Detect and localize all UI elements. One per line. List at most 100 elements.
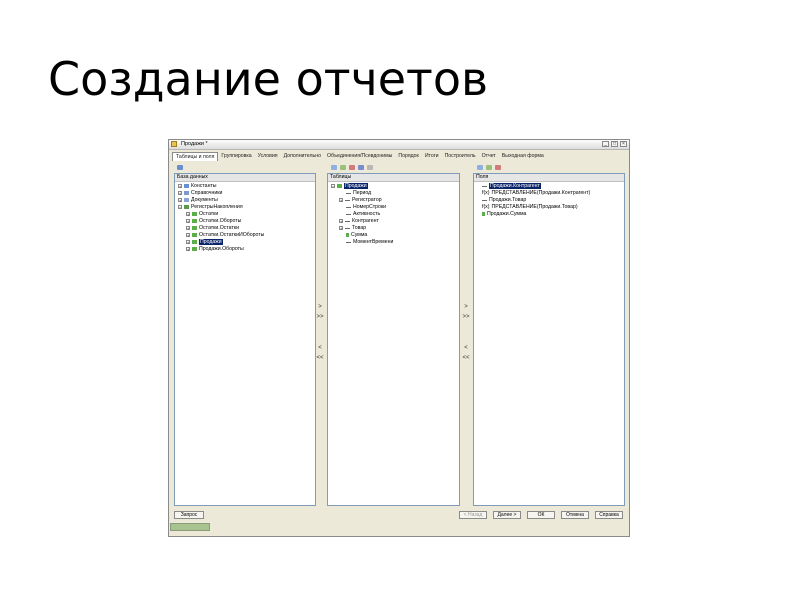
database-toolbar <box>177 165 183 170</box>
tree-item[interactable]: + Регистратор <box>339 197 382 203</box>
field-row[interactable]: f(x) ПРЕДСТАВЛЕНИЕ(Продажи.Товар) <box>482 204 578 210</box>
fields-toolbar <box>477 165 501 170</box>
field-icon <box>346 206 351 208</box>
fields-panel-header: Поля <box>474 174 624 182</box>
fields-panel[interactable]: Поля Продажи.Контрагент f(x) ПРЕДСТАВЛЕН… <box>473 173 625 506</box>
tab-grouping[interactable]: Группировка <box>218 152 254 161</box>
tree-item[interactable]: + Справочники <box>178 190 222 196</box>
constants-icon <box>184 184 189 188</box>
resource-icon <box>346 233 349 237</box>
field-icon <box>482 199 487 201</box>
field-icon <box>345 220 350 222</box>
field-icon <box>346 192 351 194</box>
add-all-fields-button[interactable]: >> <box>461 314 471 320</box>
tab-conditions[interactable]: Условия <box>255 152 281 161</box>
tree-item[interactable]: − РегистрыНакопления <box>178 204 243 210</box>
tree-item[interactable]: + Остатки <box>186 211 218 217</box>
table-icon <box>192 219 197 223</box>
tree-item[interactable]: Активность <box>346 211 380 217</box>
tree-item[interactable]: − Продажи <box>331 183 368 189</box>
tree-item[interactable]: + Остатки.Обороты <box>186 218 241 224</box>
field-icon <box>346 241 351 243</box>
properties-icon[interactable] <box>358 165 364 170</box>
add-field-icon[interactable] <box>477 165 483 170</box>
tab-builder[interactable]: Построитель <box>442 152 479 161</box>
minimize-button[interactable]: _ <box>602 141 609 147</box>
tab-additional[interactable]: Дополнительно <box>281 152 324 161</box>
table-icon <box>337 184 342 188</box>
field-icon <box>482 185 487 187</box>
table-icon <box>192 226 197 230</box>
tree-item[interactable]: Сумма <box>346 232 367 238</box>
add-field-button[interactable]: > <box>461 304 471 310</box>
field-row[interactable]: Продажи.Товар <box>482 197 526 203</box>
field-row[interactable]: Продажи.Сумма <box>482 211 526 217</box>
edit-field-icon[interactable] <box>486 165 492 170</box>
close-button[interactable]: × <box>620 141 627 147</box>
field-icon <box>346 213 351 215</box>
next-button[interactable]: Далее > <box>493 511 521 519</box>
help-button[interactable]: Справка <box>595 511 623 519</box>
edit-icon[interactable] <box>177 165 183 170</box>
tree-item[interactable]: + Документы <box>178 197 218 203</box>
query-wizard-window: Продажи * _ □ × Таблицы и поля Группиров… <box>168 139 630 537</box>
search-icon[interactable] <box>367 165 373 170</box>
add-all-button[interactable]: >> <box>315 314 325 320</box>
field-icon <box>345 199 350 201</box>
tab-totals[interactable]: Итоги <box>422 152 442 161</box>
back-button[interactable]: < Назад <box>459 511 487 519</box>
registers-icon <box>184 205 189 209</box>
tables-panel-header: Таблицы <box>328 174 459 182</box>
copy-icon[interactable] <box>340 165 346 170</box>
catalogs-icon <box>184 191 189 195</box>
cancel-button[interactable]: Отмена <box>561 511 589 519</box>
tab-tables-fields[interactable]: Таблицы и поля <box>172 152 219 161</box>
tree-item[interactable]: Период <box>346 190 371 196</box>
tab-strip: Таблицы и поля Группировка Условия Допол… <box>172 152 626 161</box>
tree-item[interactable]: + Продажи.Обороты <box>186 246 244 252</box>
tree-item[interactable]: НомерСтроки <box>346 204 386 210</box>
ok-button[interactable]: ОК <box>527 511 555 519</box>
add-button[interactable]: > <box>315 304 325 310</box>
tables-toolbar <box>331 165 373 170</box>
tree-item[interactable]: + Товар <box>339 225 366 231</box>
resource-icon <box>482 212 485 216</box>
tab-order[interactable]: Порядок <box>395 152 421 161</box>
remove-all-button[interactable]: << <box>315 355 325 361</box>
field-icon <box>345 227 350 229</box>
database-panel[interactable]: База данных + Константы + Справочники + … <box>174 173 316 506</box>
delete-icon[interactable] <box>349 165 355 170</box>
tree-item[interactable]: + Продажи <box>186 239 223 245</box>
field-row[interactable]: Продажи.Контрагент <box>482 183 541 189</box>
slide-title: Создание отчетов <box>48 52 489 106</box>
table-icon <box>192 247 197 251</box>
status-bar <box>170 523 210 531</box>
delete-field-icon[interactable] <box>495 165 501 170</box>
tree-item[interactable]: + Остатки.ОстаткиИОбороты <box>186 232 264 238</box>
field-row[interactable]: f(x) ПРЕДСТАВЛЕНИЕ(Продажи.Контрагент) <box>482 190 590 196</box>
tree-item[interactable]: МоментВремени <box>346 239 393 245</box>
tab-output-form[interactable]: Выходная форма <box>499 152 547 161</box>
table-icon <box>192 240 197 244</box>
function-icon: f(x) <box>482 190 490 196</box>
tab-unions-aliases[interactable]: Объединения/Псевдонимы <box>324 152 395 161</box>
remove-button[interactable]: < <box>315 345 325 351</box>
database-panel-header: База данных <box>175 174 315 182</box>
remove-all-fields-button[interactable]: << <box>461 355 471 361</box>
maximize-button[interactable]: □ <box>611 141 618 147</box>
remove-field-button[interactable]: < <box>461 345 471 351</box>
query-button[interactable]: Запрос <box>174 511 204 519</box>
tree-item[interactable]: + Константы <box>178 183 217 189</box>
tree-item[interactable]: + Остатки.Остатки <box>186 225 239 231</box>
documents-icon <box>184 198 189 202</box>
tab-report[interactable]: Отчет <box>479 152 499 161</box>
window-titlebar[interactable]: Продажи * _ □ × <box>169 140 629 150</box>
function-icon: f(x) <box>482 204 490 210</box>
add-table-icon[interactable] <box>331 165 337 170</box>
tables-panel[interactable]: Таблицы − Продажи Период + Регистратор Н… <box>327 173 460 506</box>
tree-item[interactable]: + Контрагент <box>339 218 379 224</box>
window-title: Продажи * <box>181 141 208 147</box>
app-icon <box>171 141 177 147</box>
table-icon <box>192 212 197 216</box>
table-icon <box>192 233 197 237</box>
